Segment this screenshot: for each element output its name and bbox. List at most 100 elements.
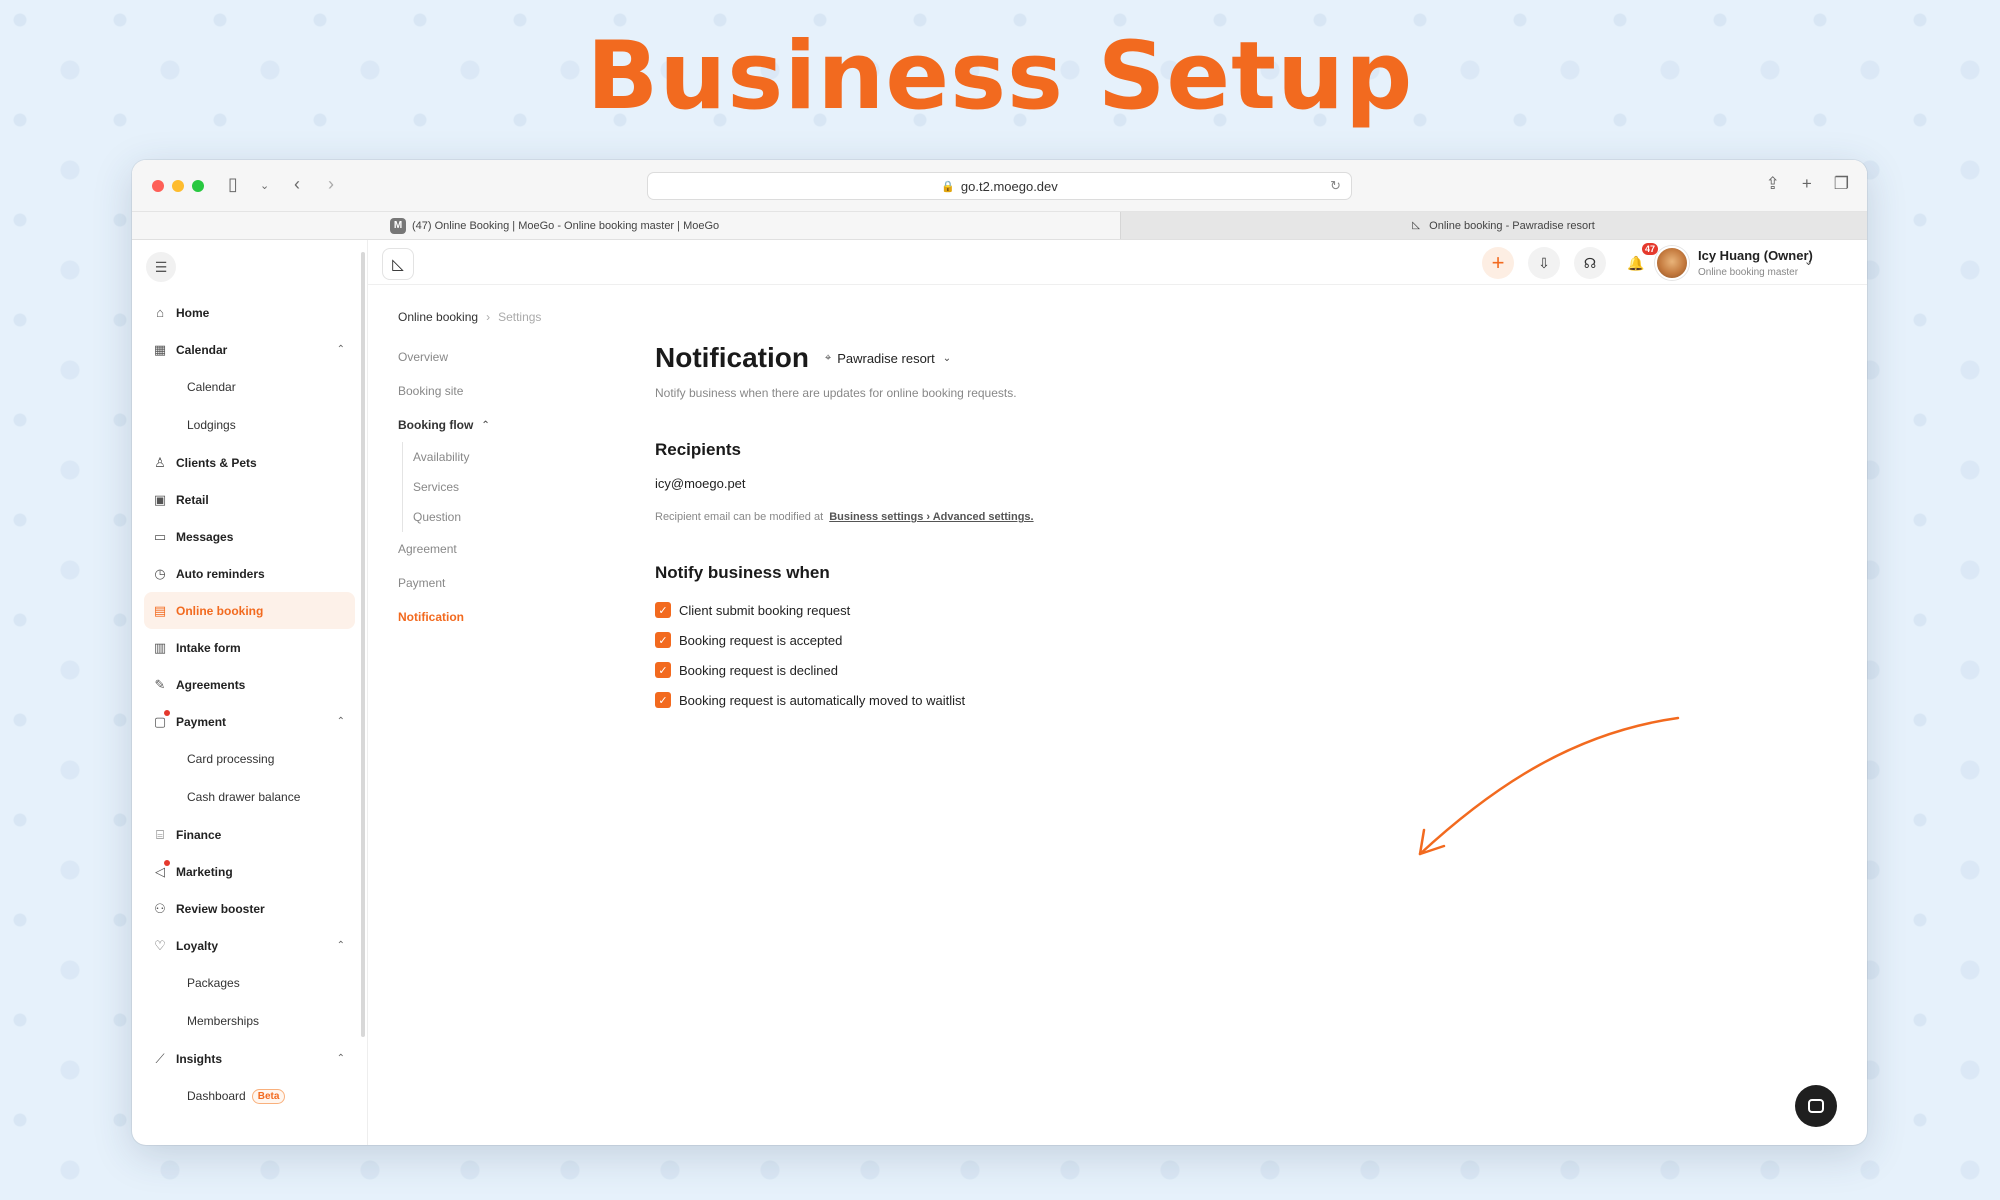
finance-icon: ⌸	[156, 826, 164, 842]
sidebar-subitem-memberships[interactable]: Memberships	[144, 1002, 355, 1040]
sidebar-item-label: Calendar	[176, 342, 228, 357]
sidebar-subitem-label: Dashboard	[187, 1089, 246, 1103]
subnav-overview[interactable]: Overview	[398, 340, 578, 374]
sidebar-scrollbar[interactable]	[361, 252, 365, 1037]
checkbox-checked-icon[interactable]: ✓	[655, 632, 671, 648]
subnav-availability[interactable]: Availability	[413, 442, 578, 472]
close-window-button[interactable]	[152, 180, 164, 192]
sidebar-item-agreements[interactable]: ✎ Agreements	[144, 666, 355, 703]
sidebar-item-home[interactable]: ⌂ Home	[144, 294, 355, 331]
subnav-payment[interactable]: Payment	[398, 566, 578, 600]
avatar[interactable]	[1655, 246, 1689, 280]
sidebar-item-review-booster[interactable]: ⚇ Review booster	[144, 890, 355, 927]
subnav-booking-flow[interactable]: Booking flow ⌃	[398, 408, 578, 442]
brand-logo-icon[interactable]: ◺	[382, 248, 414, 280]
maximize-window-button[interactable]	[192, 180, 204, 192]
brand-logo-icon: ◺	[1412, 220, 1420, 231]
sidebar-subitem-label: Packages	[187, 976, 240, 990]
location-selector[interactable]: ⌖ Pawradise resort ⌄	[825, 351, 951, 366]
notify-checkbox-row[interactable]: ✓ Booking request is declined	[655, 655, 1355, 685]
alert-dot	[164, 710, 170, 716]
recipient-email: icy@moego.pet	[655, 476, 746, 491]
address-bar[interactable]: 🔒 go.t2.moego.dev ↻	[647, 172, 1352, 200]
breadcrumb-parent[interactable]: Online booking	[398, 310, 478, 324]
sidebar: ☰ ⌂ Home ▦ Calendar ⌃ Calendar Lodgings ♙ Client…	[132, 240, 368, 1145]
sidebar-item-clients-pets[interactable]: ♙ Clients & Pets	[144, 444, 355, 481]
checkbox-label: Booking request is declined	[679, 662, 838, 678]
add-button[interactable]: +	[1482, 247, 1514, 279]
headset-icon[interactable]: ☊	[1574, 247, 1606, 279]
sidebar-subitem-card-processing[interactable]: Card processing	[144, 740, 355, 778]
retail-icon: ▣	[153, 491, 167, 507]
page-description: Notify business when there are updates f…	[655, 386, 1017, 400]
bell-icon[interactable]: 🔔 47	[1620, 243, 1658, 279]
url-text: go.t2.moego.dev	[960, 178, 1058, 194]
sidebar-subitem-lodgings[interactable]: Lodgings	[144, 406, 355, 444]
tab-overview-icon[interactable]: ❐	[1834, 174, 1849, 194]
calendar-icon: ▦	[153, 341, 167, 357]
sidebar-subitem-calendar[interactable]: Calendar	[144, 368, 355, 406]
sidebar-subitem-packages[interactable]: Packages	[144, 964, 355, 1002]
sidebar-item-auto-reminders[interactable]: ◷ Auto reminders	[144, 555, 355, 592]
sidebar-item-calendar[interactable]: ▦ Calendar ⌃	[144, 331, 355, 368]
subnav-services[interactable]: Services	[413, 472, 578, 502]
sidebar-subitem-label: Card processing	[187, 752, 275, 766]
advanced-settings-link[interactable]: Business settings › Advanced settings.	[829, 511, 1033, 523]
sidebar-subitem-label: Cash drawer balance	[187, 790, 301, 804]
sidebar-subitem-dashboard[interactable]: Dashboard Beta	[144, 1077, 355, 1115]
clients-icon: ♙	[154, 454, 166, 470]
sidebar-item-messages[interactable]: ▭ Messages	[144, 518, 355, 555]
location-pin-icon: ⌖	[825, 351, 832, 364]
tab-pawradise-resort[interactable]: ◺ Online booking - Pawradise resort	[1120, 212, 1867, 239]
breadcrumb: Online booking › Settings	[398, 310, 541, 324]
sidebar-item-payment[interactable]: ▢ Payment ⌃	[144, 703, 355, 740]
chevron-down-icon: ⌄	[942, 352, 952, 364]
subnav-notification[interactable]: Notification	[398, 600, 578, 634]
download-icon[interactable]: ⇩	[1528, 247, 1560, 279]
chevron-up-icon[interactable]: ⌃	[337, 1053, 345, 1064]
sidebar-item-label: Review booster	[176, 901, 265, 916]
recipient-note-text: Recipient email can be modified at	[655, 511, 824, 523]
chevron-up-icon[interactable]: ⌃	[337, 716, 345, 727]
loyalty-icon: ♡	[154, 937, 166, 953]
sidebar-item-label: Payment	[176, 714, 227, 729]
chat-support-button[interactable]	[1795, 1085, 1837, 1127]
user-name[interactable]: Icy Huang (Owner)	[1698, 248, 1813, 263]
chevron-up-icon[interactable]: ⌃	[337, 344, 345, 355]
subnav-booking-site[interactable]: Booking site	[398, 374, 578, 408]
sidebar-subitem-cash-drawer-balance[interactable]: Cash drawer balance	[144, 778, 355, 816]
sidebar-item-label: Clients & Pets	[176, 455, 257, 470]
sidebar-item-finance[interactable]: ⌸ Finance	[144, 816, 355, 853]
new-tab-icon[interactable]: +	[1802, 174, 1812, 194]
user-role: Online booking master	[1698, 267, 1799, 278]
sidebar-item-intake-form[interactable]: ▥ Intake form	[144, 629, 355, 666]
chevron-down-icon[interactable]: ⌄	[1804, 255, 1813, 268]
notify-checkbox-row[interactable]: ✓ Client submit booking request	[655, 595, 1355, 625]
sidebar-item-insights[interactable]: ⟋ Insights ⌃	[144, 1040, 355, 1077]
subnav-agreement[interactable]: Agreement	[398, 532, 578, 566]
share-icon[interactable]: ⇪	[1766, 174, 1780, 194]
notify-checkbox-row[interactable]: ✓ Booking request is accepted	[655, 625, 1355, 655]
checkbox-checked-icon[interactable]: ✓	[655, 602, 671, 618]
minimize-window-button[interactable]	[172, 180, 184, 192]
checkbox-checked-icon[interactable]: ✓	[655, 692, 671, 708]
subnav-question[interactable]: Question	[413, 502, 578, 532]
sidebar-item-marketing[interactable]: ◁ Marketing	[144, 853, 355, 890]
tab-online-booking-master[interactable]: M (47) Online Booking | MoeGo - Online b…	[132, 212, 1120, 239]
back-icon[interactable]: ‹	[294, 174, 300, 195]
intake-form-icon: ▥	[153, 639, 167, 655]
chevron-down-icon[interactable]: ⌄	[260, 179, 269, 192]
checkbox-checked-icon[interactable]: ✓	[655, 662, 671, 678]
sidebar-subitem-label: Memberships	[187, 1014, 260, 1028]
sidebar-item-online-booking[interactable]: ▤ Online booking	[144, 592, 355, 629]
reload-icon[interactable]: ↻	[1330, 178, 1341, 194]
sidebar-item-loyalty[interactable]: ♡ Loyalty ⌃	[144, 927, 355, 964]
forward-icon[interactable]: ›	[328, 174, 334, 195]
sidebar-item-retail[interactable]: ▣ Retail	[144, 481, 355, 518]
insights-icon: ⟋	[155, 1050, 165, 1066]
menu-icon[interactable]: ☰	[146, 252, 176, 282]
sidebar-toggle-icon[interactable]: ▯	[228, 174, 238, 195]
chevron-up-icon[interactable]: ⌃	[337, 940, 345, 951]
checkbox-label: Client submit booking request	[679, 602, 851, 618]
notify-checkbox-row[interactable]: ✓ Booking request is automatically moved …	[655, 685, 1355, 715]
